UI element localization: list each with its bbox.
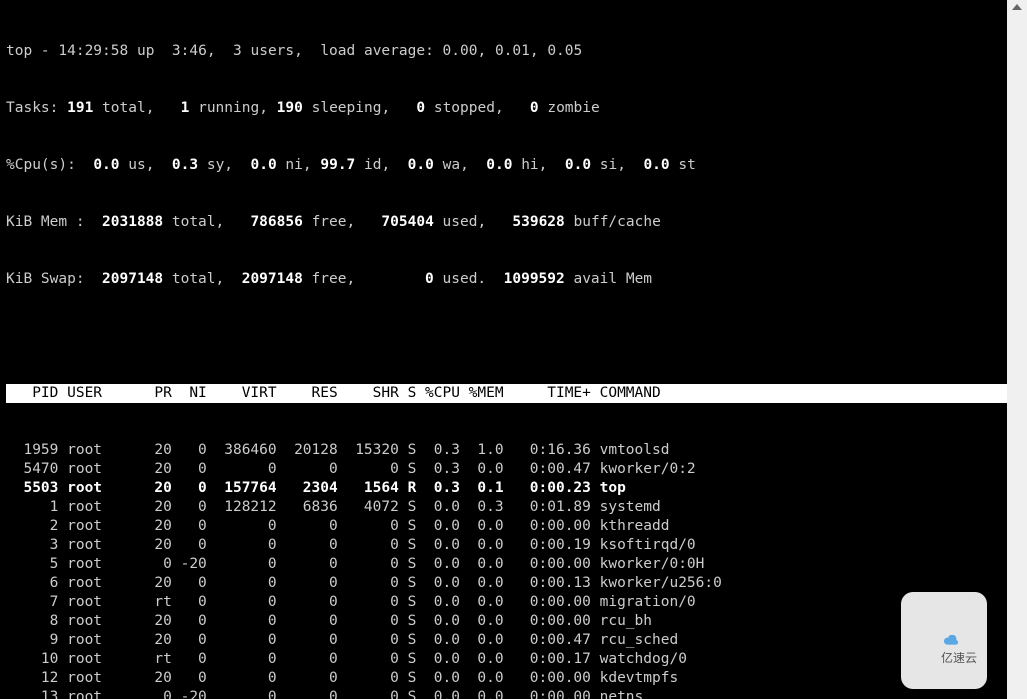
process-list[interactable]: 1959 root 20 0 386460 20128 15320 S 0.3 …	[6, 441, 1007, 699]
watermark: 亿速云	[901, 592, 987, 689]
summary-line-1: top - 14:29:58 up 3:46, 3 users, load av…	[6, 42, 1007, 61]
process-row[interactable]: 13 root 0 -20 0 0 0 S 0.0 0.0 0:00.00 ne…	[6, 688, 1007, 699]
summary-line-cpu: %Cpu(s): 0.0 us, 0.3 sy, 0.0 ni, 99.7 id…	[6, 156, 1007, 175]
process-row[interactable]: 8 root 20 0 0 0 0 S 0.0 0.0 0:00.00 rcu_…	[6, 612, 1007, 631]
summary-line-swap: KiB Swap: 2097148 total, 2097148 free, 0…	[6, 270, 1007, 289]
process-row[interactable]: 6 root 20 0 0 0 0 S 0.0 0.0 0:00.13 kwor…	[6, 574, 1007, 593]
summary-line-tasks: Tasks: 191 total, 1 running, 190 sleepin…	[6, 99, 1007, 118]
process-row[interactable]: 5 root 0 -20 0 0 0 S 0.0 0.0 0:00.00 kwo…	[6, 555, 1007, 574]
process-row[interactable]: 10 root rt 0 0 0 0 S 0.0 0.0 0:00.17 wat…	[6, 650, 1007, 669]
process-row[interactable]: 9 root 20 0 0 0 0 S 0.0 0.0 0:00.47 rcu_…	[6, 631, 1007, 650]
process-row[interactable]: 5470 root 20 0 0 0 0 S 0.3 0.0 0:00.47 k…	[6, 460, 1007, 479]
process-row[interactable]: 1 root 20 0 128212 6836 4072 S 0.0 0.3 0…	[6, 498, 1007, 517]
cloud-icon	[924, 613, 938, 627]
summary-line-mem: KiB Mem : 2031888 total, 786856 free, 70…	[6, 213, 1007, 232]
process-row[interactable]: 3 root 20 0 0 0 0 S 0.0 0.0 0:00.19 ksof…	[6, 536, 1007, 555]
scrollbar[interactable]	[1007, 0, 1027, 699]
terminal[interactable]: top - 14:29:58 up 3:46, 3 users, load av…	[0, 0, 1007, 699]
process-row[interactable]: 12 root 20 0 0 0 0 S 0.0 0.0 0:00.00 kde…	[6, 669, 1007, 688]
process-table-header[interactable]: PID USER PR NI VIRT RES SHR S %CPU %MEM …	[6, 384, 1027, 403]
process-row[interactable]: 1959 root 20 0 386460 20128 15320 S 0.3 …	[6, 441, 1007, 460]
process-row[interactable]: 5503 root 20 0 157764 2304 1564 R 0.3 0.…	[6, 479, 1007, 498]
process-row[interactable]: 7 root rt 0 0 0 0 S 0.0 0.0 0:00.00 migr…	[6, 593, 1007, 612]
process-row[interactable]: 2 root 20 0 0 0 0 S 0.0 0.0 0:00.00 kthr…	[6, 517, 1007, 536]
